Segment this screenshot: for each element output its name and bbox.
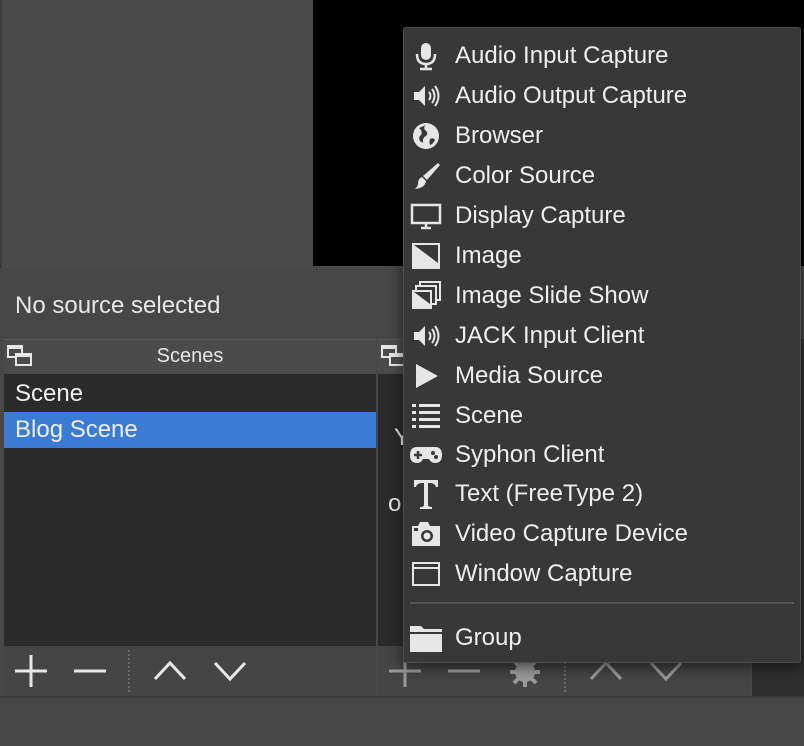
menu-item-label: Display Capture: [455, 202, 626, 229]
menu-item-color-source[interactable]: Color Source: [404, 156, 800, 196]
menu-item-window-capture[interactable]: Window Capture: [404, 554, 800, 594]
folder-icon: [408, 624, 444, 652]
menu-item-label: Scene: [455, 402, 524, 429]
chevron-down-icon: [213, 661, 247, 682]
add-scene-button[interactable]: [8, 646, 54, 696]
menu-item-label: Browser: [455, 122, 544, 149]
menu-item-label: Video Capture Device: [455, 520, 689, 547]
menu-item-audio-input-capture[interactable]: Audio Input Capture: [404, 36, 800, 76]
scenes-dock-title: Scenes: [156, 345, 224, 367]
add-source-menu: Audio Input Capture Audio Output Capture: [403, 27, 801, 663]
preview-side-panel: [0, 0, 313, 268]
menu-item-media-source[interactable]: Media Source: [404, 356, 800, 396]
play-icon: [408, 362, 444, 390]
move-scene-down-button[interactable]: [207, 646, 253, 696]
menu-item-label: Image: [455, 242, 522, 269]
menu-separator: [410, 602, 794, 604]
menu-item-display-capture[interactable]: Display Capture: [404, 196, 800, 236]
menu-item-label: JACK Input Client: [455, 322, 645, 349]
scenes-toolbar: [4, 646, 376, 696]
scenes-dock-header: Scenes: [4, 339, 376, 373]
menu-item-group[interactable]: Group: [404, 618, 800, 658]
menu-item-label: Image Slide Show: [455, 282, 649, 309]
menu-item-label: Text (FreeType 2): [455, 480, 644, 507]
menu-item-label: Audio Output Capture: [455, 82, 688, 109]
menu-item-video-capture-device[interactable]: Video Capture Device: [404, 514, 800, 554]
menu-item-syphon-client[interactable]: Syphon Client: [404, 435, 800, 475]
obs-window: No source selected Scenes Scene Blog Sce…: [0, 0, 804, 746]
speaker-icon: [408, 322, 444, 350]
menu-item-image[interactable]: Image: [404, 236, 800, 276]
image-icon: [408, 242, 444, 270]
menu-item-label: Group: [455, 624, 522, 651]
chevron-up-icon: [153, 660, 187, 681]
move-scene-up-button[interactable]: [147, 646, 193, 696]
status-bar: [0, 696, 804, 746]
menu-item-label: Color Source: [455, 162, 596, 189]
toolbar-separator: [128, 650, 130, 692]
menu-item-label: Media Source: [455, 362, 604, 389]
microphone-icon: [408, 42, 444, 71]
camera-icon: [408, 520, 444, 548]
menu-item-text-freetype-2[interactable]: Text (FreeType 2): [404, 474, 800, 514]
no-source-selected-label: No source selected: [15, 292, 221, 319]
menu-item-browser[interactable]: Browser: [404, 116, 800, 156]
list-icon: [408, 402, 444, 430]
menu-item-scene[interactable]: Scene: [404, 396, 800, 436]
window-icon: [408, 560, 444, 588]
globe-icon: [408, 122, 444, 150]
menu-item-label: Syphon Client: [455, 441, 605, 468]
gamepad-icon: [408, 441, 444, 469]
text-icon: [408, 480, 444, 509]
scene-list-item-selected[interactable]: Blog Scene: [4, 412, 376, 448]
remove-scene-button[interactable]: [67, 646, 113, 696]
speaker-icon: [408, 82, 444, 110]
plus-icon: [15, 655, 47, 687]
paintbrush-icon: [408, 162, 444, 190]
menu-item-audio-output-capture[interactable]: Audio Output Capture: [404, 76, 800, 116]
scenes-list: Scene Blog Scene: [4, 374, 376, 646]
slideshow-icon: [408, 281, 444, 310]
menu-item-label: Audio Input Capture: [455, 42, 669, 69]
menu-item-label: Window Capture: [455, 560, 633, 587]
menu-item-image-slide-show[interactable]: Image Slide Show: [404, 276, 800, 316]
minus-icon: [74, 669, 106, 673]
menu-item-jack-input-client[interactable]: JACK Input Client: [404, 316, 800, 356]
scene-list-item[interactable]: Scene: [4, 376, 376, 412]
monitor-icon: [408, 202, 444, 230]
sources-peek-text: o: [388, 490, 402, 517]
